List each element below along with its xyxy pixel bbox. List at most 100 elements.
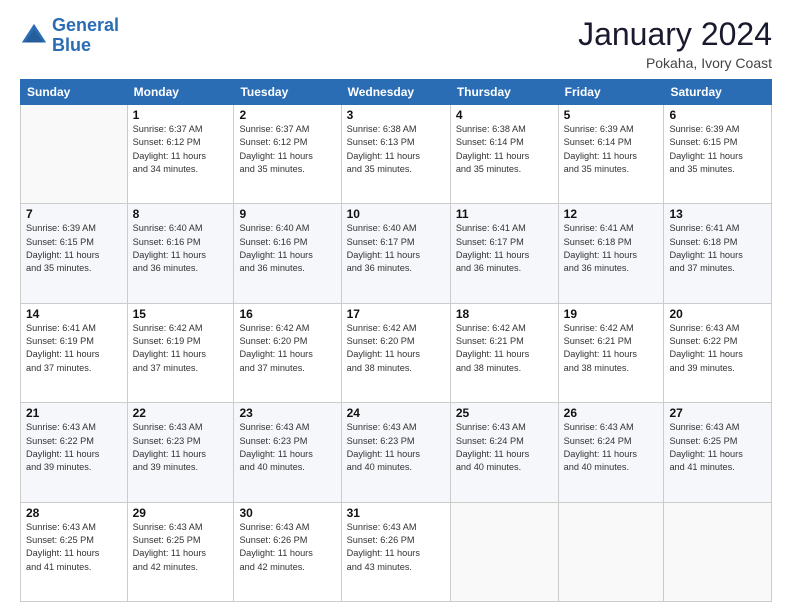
cell-info: Sunrise: 6:43 AMSunset: 6:23 PMDaylight:… [133,421,229,474]
cell-info: Sunrise: 6:43 AMSunset: 6:23 PMDaylight:… [347,421,445,474]
cell-sunset: Sunset: 6:20 PM [239,336,307,346]
cell-daylight-minutes: and 36 minutes. [456,263,521,273]
cell-sunrise: Sunrise: 6:43 AM [239,522,309,532]
table-row [664,502,772,601]
cell-sunrise: Sunrise: 6:39 AM [26,223,96,233]
cell-info: Sunrise: 6:38 AMSunset: 6:14 PMDaylight:… [456,123,553,176]
cell-daylight-label: Daylight: 11 hours [669,449,742,459]
cell-day-number: 13 [669,207,766,221]
cell-daylight-minutes: and 35 minutes. [26,263,91,273]
table-row: 30 Sunrise: 6:43 AM Sunset: 6:26 PM Dayligh… [234,502,341,601]
cell-sunrise: Sunrise: 6:42 AM [456,323,526,333]
cell-daylight-label: Daylight: 11 hours [133,151,206,161]
cell-sunrise: Sunrise: 6:43 AM [239,422,309,432]
cell-sunrise: Sunrise: 6:41 AM [669,223,739,233]
cell-info: Sunrise: 6:38 AM Sunset: 6:13 PM Daylight:… [347,123,445,176]
cell-daylight-label: Daylight: 11 hours [133,449,206,459]
cell-sunset: Sunset: 6:13 PM [347,137,415,147]
cell-sunset: Sunset: 6:16 PM [133,237,201,247]
cell-day-number: 15 [133,307,229,321]
header-day-wednesday: Wednesday [341,80,450,105]
cell-daylight-minutes: and 35 minutes. [347,164,412,174]
table-row: 29Sunrise: 6:43 AMSunset: 6:25 PMDayligh… [127,502,234,601]
cell-daylight-minutes: and 36 minutes. [239,263,304,273]
cell-daylight-label: Daylight: 11 hours [133,548,206,558]
cell-sunrise: Sunrise: 6:43 AM [347,522,417,532]
cell-sunset: Sunset: 6:21 PM [456,336,524,346]
cell-sunrise: Sunrise: 6:43 AM [669,422,739,432]
cell-sunset: Sunset: 6:24 PM [456,436,524,446]
cell-sunset: Sunset: 6:23 PM [347,436,415,446]
cell-sunset: Sunset: 6:14 PM [564,137,632,147]
cell-info: Sunrise: 6:39 AMSunset: 6:15 PMDaylight:… [26,222,122,275]
table-row: 21Sunrise: 6:43 AMSunset: 6:22 PMDayligh… [21,403,128,502]
cell-daylight-label: Daylight: 11 hours [347,151,420,161]
cell-daylight-minutes: and 36 minutes. [133,263,198,273]
table-row: 10Sunrise: 6:40 AMSunset: 6:17 PMDayligh… [341,204,450,303]
cell-daylight-label: Daylight: 11 hours [669,151,742,161]
table-row [558,502,664,601]
cell-daylight-label: Daylight: 11 hours [26,548,99,558]
cell-day-number: 11 [456,207,553,221]
cell-day-number: 5 [564,108,659,122]
cell-sunset: Sunset: 6:25 PM [26,535,94,545]
cell-info: Sunrise: 6:42 AMSunset: 6:21 PMDaylight:… [456,322,553,375]
cell-sunset: Sunset: 6:15 PM [26,237,94,247]
table-row: 6Sunrise: 6:39 AMSunset: 6:15 PMDaylight… [664,105,772,204]
table-row: 11Sunrise: 6:41 AMSunset: 6:17 PMDayligh… [450,204,558,303]
logo-line2: Blue [52,35,91,55]
cell-day-number: 30 [239,506,335,520]
cell-sunset: Sunset: 6:24 PM [564,436,632,446]
cell-sunset: Sunset: 6:17 PM [347,237,415,247]
cell-day-number: 18 [456,307,553,321]
cell-daylight-label: Daylight: 11 hours [239,250,312,260]
table-row: 7Sunrise: 6:39 AMSunset: 6:15 PMDaylight… [21,204,128,303]
cell-daylight-minutes: and 40 minutes. [239,462,304,472]
cell-sunset: Sunset: 6:26 PM [239,535,307,545]
cell-info: Sunrise: 6:43 AMSunset: 6:26 PMDaylight:… [347,521,445,574]
cell-daylight-minutes: and 34 minutes. [133,164,198,174]
cell-sunset: Sunset: 6:25 PM [133,535,201,545]
cell-day-number: 9 [239,207,335,221]
cell-info: Sunrise: 6:42 AMSunset: 6:21 PMDaylight:… [564,322,659,375]
cell-info: Sunrise: 6:41 AMSunset: 6:19 PMDaylight:… [26,322,122,375]
cell-daylight-label: Daylight: 11 hours [26,349,99,359]
cell-daylight-label: Daylight: 11 hours [239,151,312,161]
cell-sunset: Sunset: 6:23 PM [133,436,201,446]
cell-day-number: 27 [669,406,766,420]
cell-sunset: Sunset: 6:25 PM [669,436,737,446]
cell-daylight-minutes: and 37 minutes. [239,363,304,373]
cell-sunrise: Sunrise: 6:43 AM [133,522,203,532]
logo-line1: General [52,15,119,35]
cell-sunset: Sunset: 6:17 PM [456,237,524,247]
table-row: 13Sunrise: 6:41 AMSunset: 6:18 PMDayligh… [664,204,772,303]
table-row: 4Sunrise: 6:38 AMSunset: 6:14 PMDaylight… [450,105,558,204]
cell-day-number: 26 [564,406,659,420]
cell-daylight-minutes: and 37 minutes. [26,363,91,373]
cell-sunrise: Sunrise: 6:38 AM [456,124,526,134]
cell-daylight-label: Daylight: 11 hours [669,250,742,260]
cell-info: Sunrise: 6:41 AMSunset: 6:17 PMDaylight:… [456,222,553,275]
table-row: 3Sunrise: 6:38 AMSunset: 6:13 PMDaylight… [341,105,450,204]
cell-daylight-minutes: and 40 minutes. [564,462,629,472]
cell-daylight-label: Daylight: 11 hours [564,250,637,260]
cell-day-number: 6 [669,108,766,122]
cell-sunrise: Sunrise: 6:38 AM [347,124,417,134]
cell-daylight-minutes: and 43 minutes. [347,562,412,572]
table-row: 8Sunrise: 6:40 AMSunset: 6:16 PMDaylight… [127,204,234,303]
cell-info: Sunrise: 6:43 AM Sunset: 6:25 PM Daylight:… [133,521,229,574]
cell-sunset: Sunset: 6:12 PM [239,137,307,147]
cell-daylight-minutes: and 39 minutes. [669,363,734,373]
calendar-week-row: 28 Sunrise: 6:43 AM Sunset: 6:25 PM Dayligh… [21,502,772,601]
header-day-tuesday: Tuesday [234,80,341,105]
cell-day-number: 16 [239,307,335,321]
cell-info: Sunrise: 6:39 AMSunset: 6:15 PMDaylight:… [669,123,766,176]
cell-daylight-label: Daylight: 11 hours [239,548,312,558]
cell-day-number: 10 [347,207,445,221]
cell-day-number: 2 [239,108,335,122]
cell-info: Sunrise: 6:39 AMSunset: 6:14 PMDaylight:… [564,123,659,176]
cell-sunrise: Sunrise: 6:42 AM [564,323,634,333]
cell-info: Sunrise: 6:43 AM Sunset: 6:25 PM Daylight:… [669,421,766,474]
table-row: 14Sunrise: 6:41 AMSunset: 6:19 PMDayligh… [21,303,128,402]
cell-day-number: 28 [26,506,122,520]
